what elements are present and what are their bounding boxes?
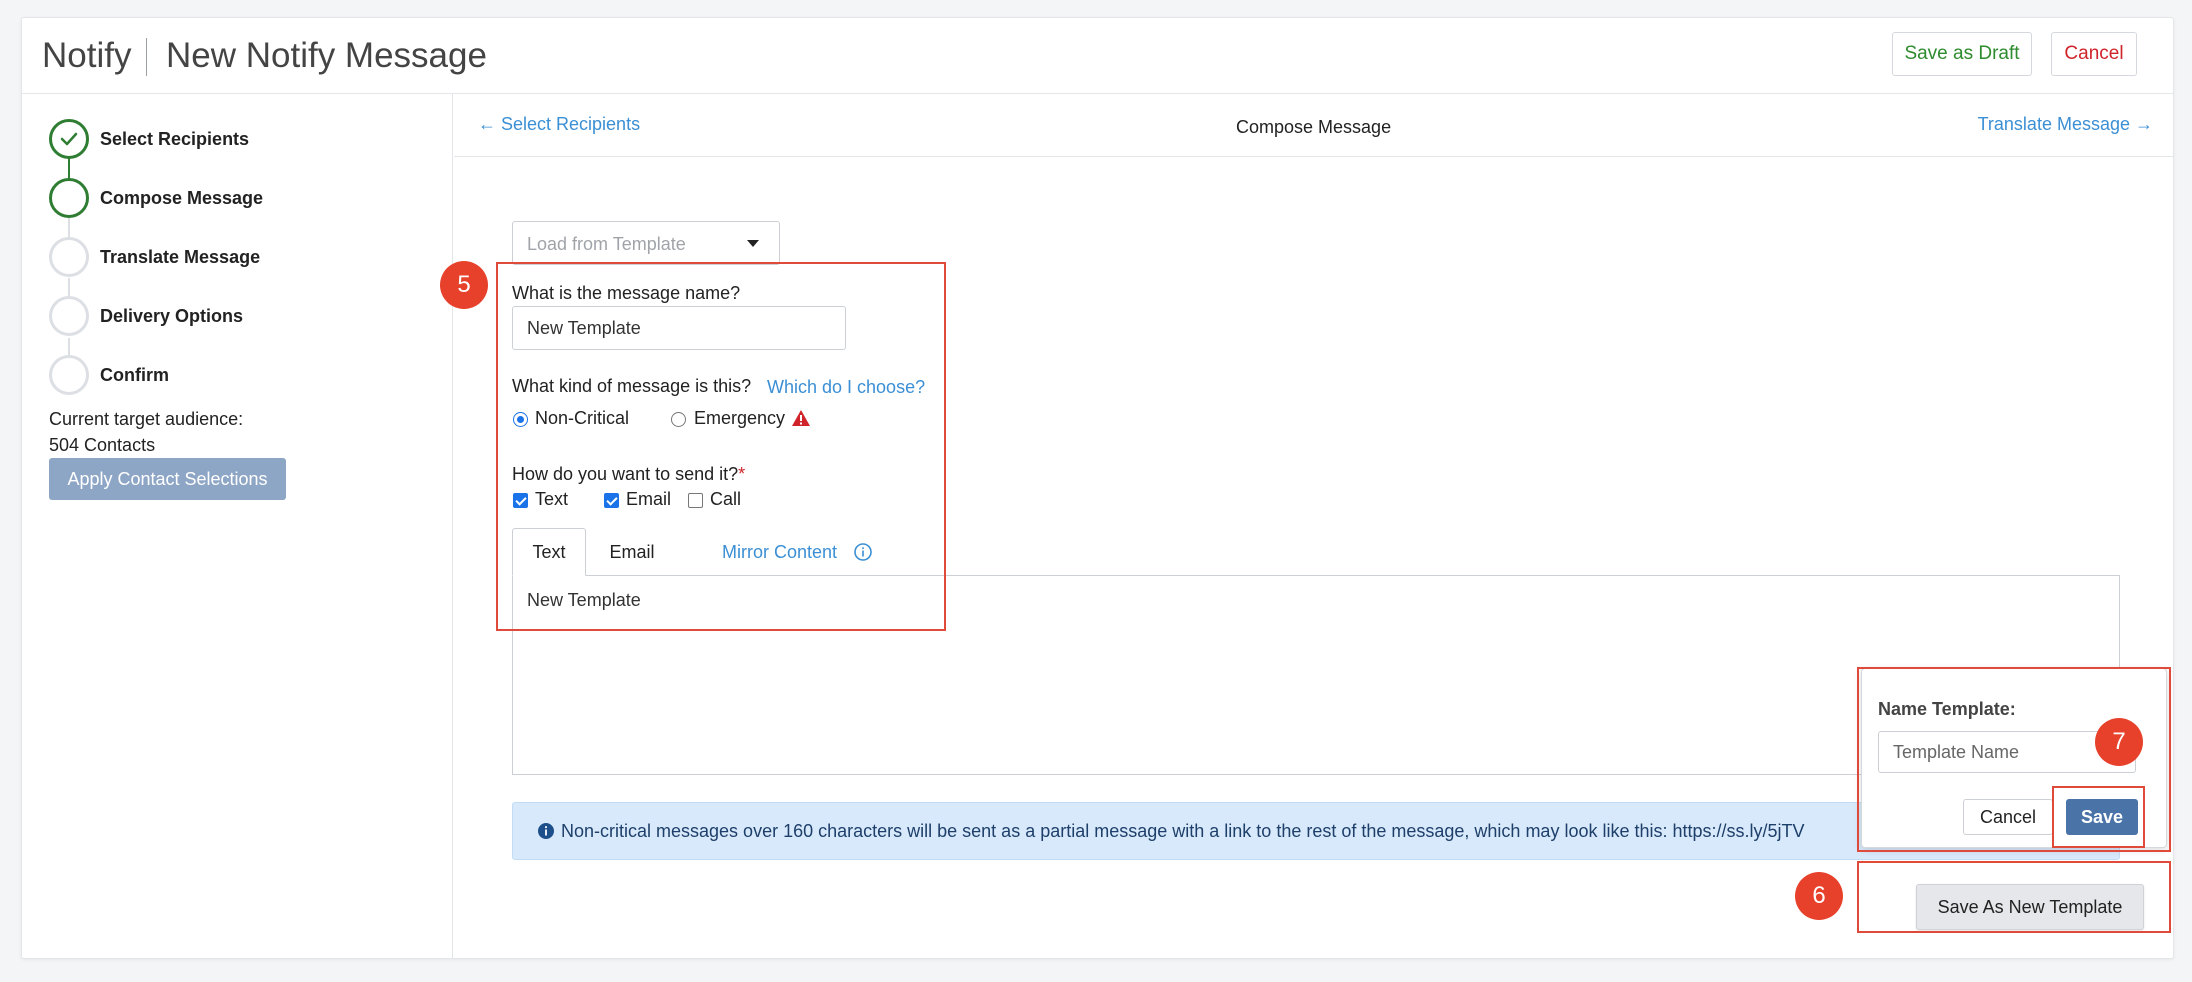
step-delivery-options[interactable]: Delivery Options — [100, 306, 243, 327]
page-title: New Notify Message — [166, 36, 487, 75]
step-confirm[interactable]: Confirm — [100, 365, 169, 386]
step-select-recipients[interactable]: Select Recipients — [100, 129, 249, 150]
step-5-circle-icon[interactable] — [49, 355, 89, 395]
step-1-check-icon[interactable] — [49, 119, 89, 159]
current-step-title: Compose Message — [1236, 117, 1392, 137]
annotation-badge-6: 6 — [1795, 872, 1843, 920]
step-translate-message[interactable]: Translate Message — [100, 247, 260, 268]
step-4-circle-icon[interactable] — [49, 296, 89, 336]
info-banner-text: Non-critical messages over 160 character… — [561, 821, 1805, 841]
annotation-box-save — [2052, 786, 2145, 848]
back-to-recipients-link[interactable]: ← Select Recipients — [478, 114, 640, 135]
step-compose-message[interactable]: Compose Message — [100, 188, 263, 209]
page-card: Notify New Notify Message Save as Draft … — [21, 17, 2174, 959]
app-title: Notify — [42, 36, 132, 75]
step-3-circle-icon[interactable] — [49, 237, 89, 277]
apply-contact-selections-button[interactable]: Apply Contact Selections — [49, 458, 286, 500]
page-header: Notify New Notify Message Save as Draft … — [22, 18, 2173, 94]
info-icon — [537, 822, 555, 845]
annotation-badge-7: 7 — [2095, 718, 2143, 766]
load-template-placeholder: Load from Template — [527, 234, 686, 254]
annotation-badge-5: 5 — [440, 261, 488, 309]
step-2-circle-icon[interactable] — [49, 178, 89, 218]
annotation-box-6 — [1857, 861, 2171, 933]
load-template-dropdown[interactable]: Load from Template — [512, 221, 780, 265]
next-translate-link[interactable]: Translate Message → — [1978, 114, 2153, 135]
audience-label: Current target audience: — [49, 409, 244, 429]
annotation-box-5 — [496, 262, 946, 631]
cancel-button[interactable]: Cancel — [2051, 32, 2137, 76]
chevron-down-icon — [747, 240, 759, 247]
steps-sidebar: Select Recipients Compose Message Transl… — [22, 94, 453, 958]
step-navigation: ← Select Recipients Compose Message Tran… — [454, 94, 2173, 157]
save-draft-button[interactable]: Save as Draft — [1892, 32, 2032, 76]
title-divider — [146, 38, 147, 76]
audience-count: 504 Contacts — [49, 435, 156, 455]
